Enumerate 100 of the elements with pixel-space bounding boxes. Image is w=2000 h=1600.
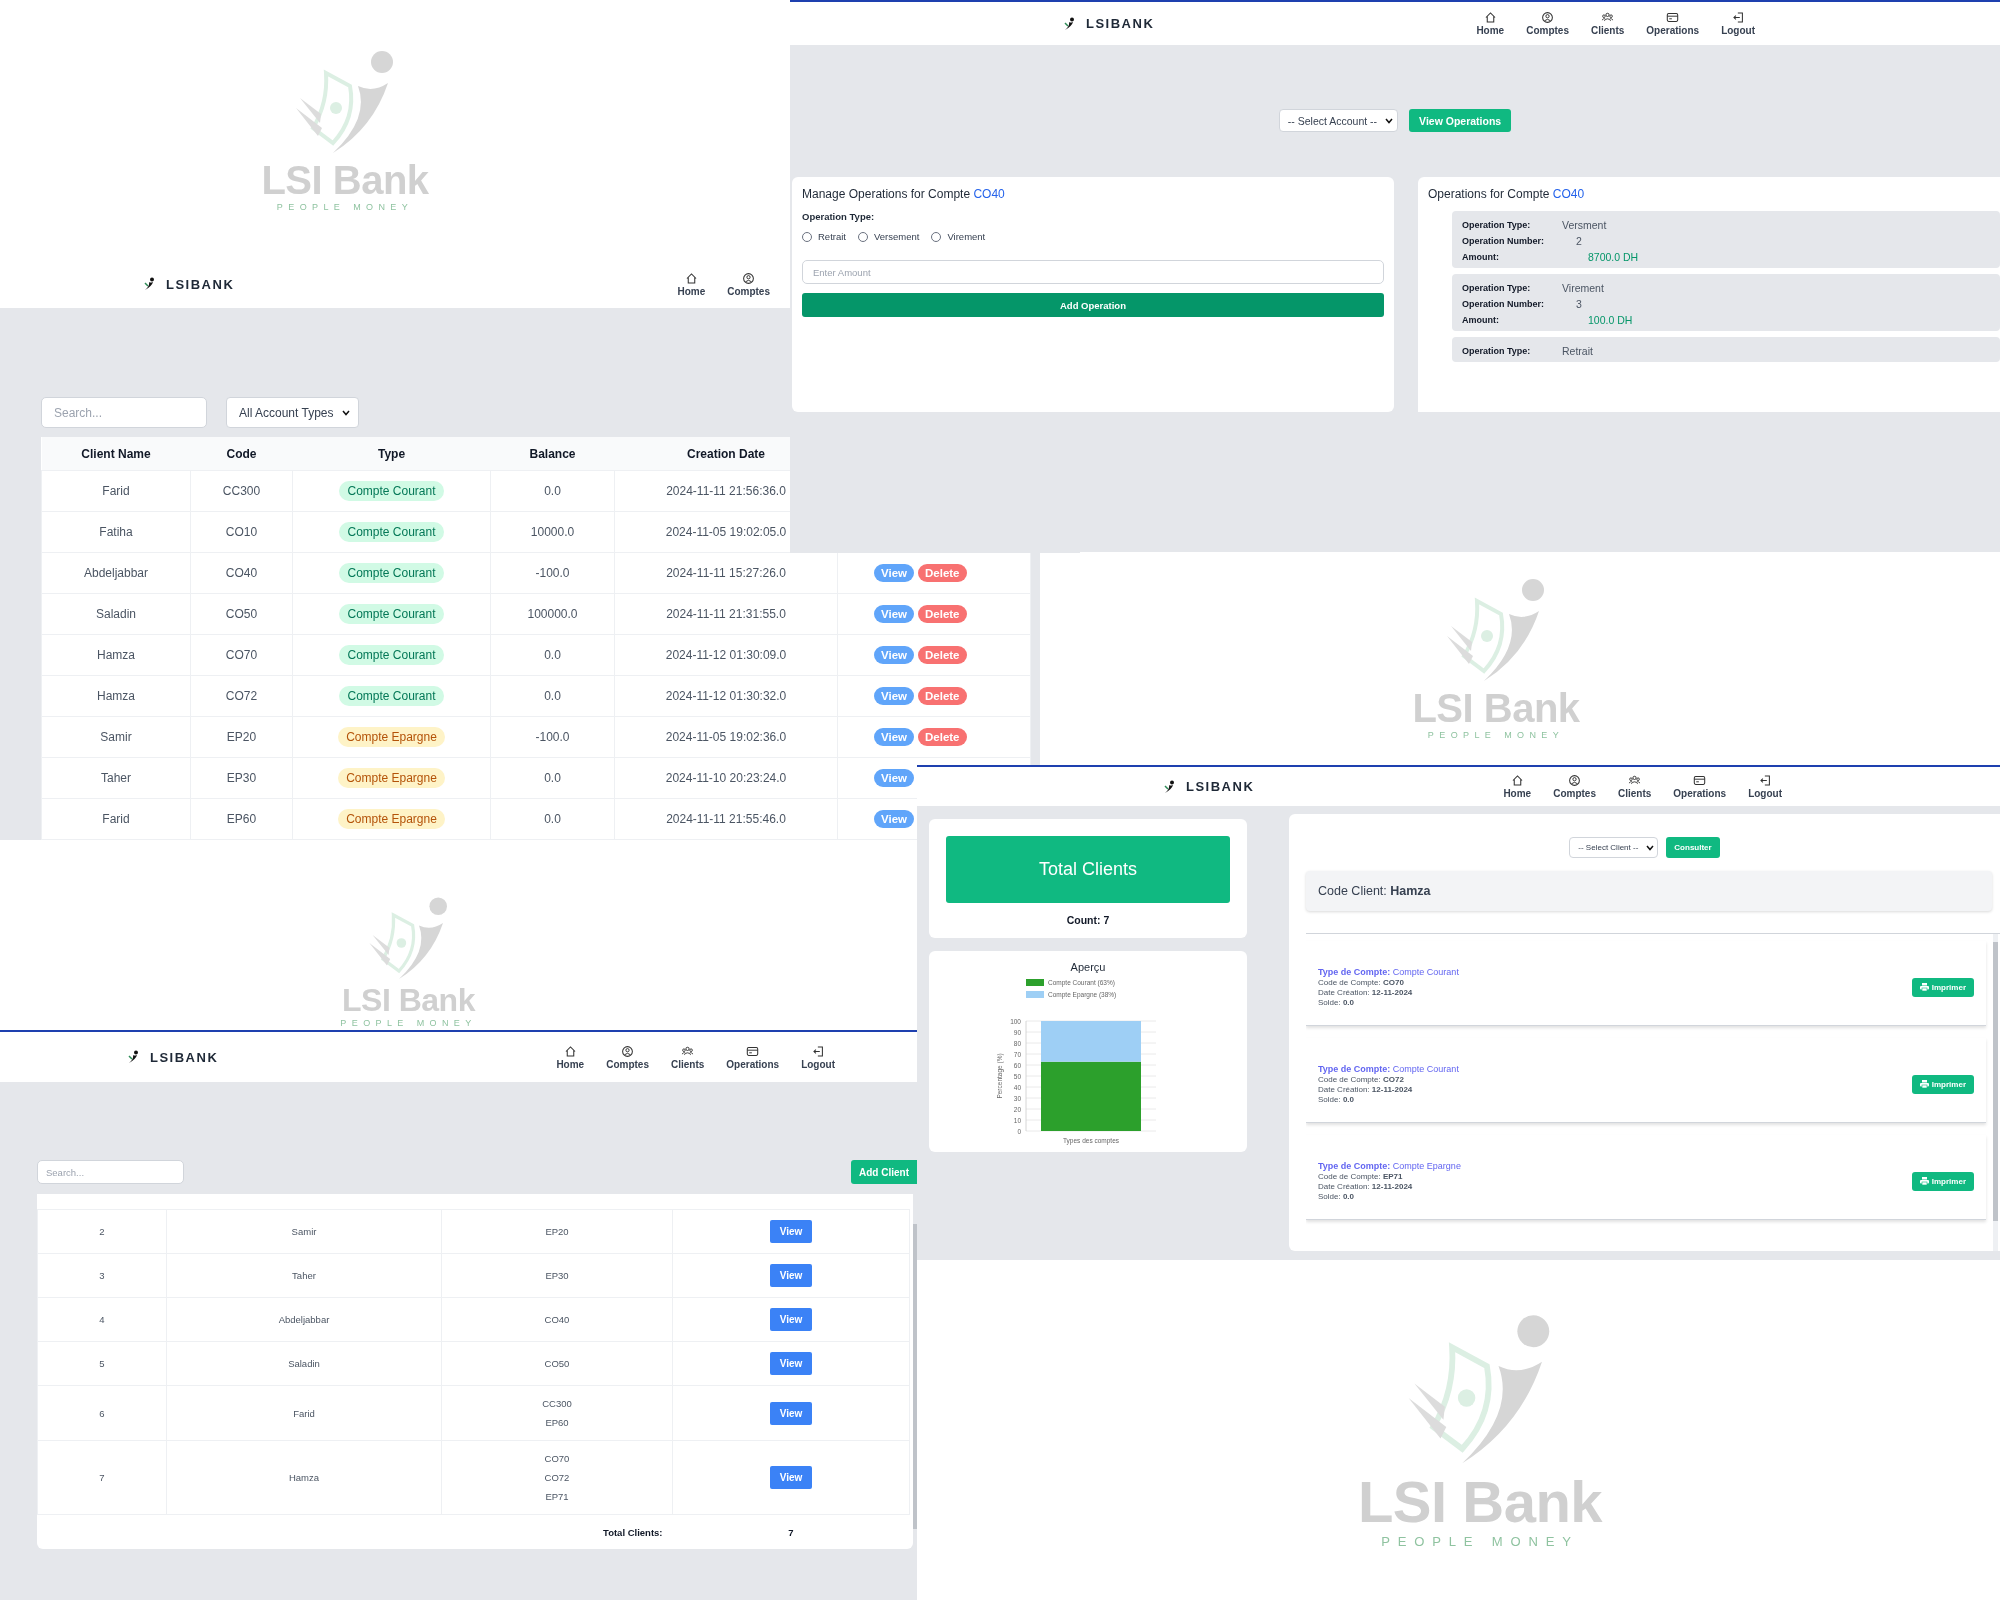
nav-link[interactable]: Clients xyxy=(671,1044,705,1070)
nav-link[interactable]: Operations xyxy=(726,1044,780,1070)
card-icon xyxy=(1693,774,1707,787)
account-code: CO50 xyxy=(543,1357,571,1371)
logo-icon xyxy=(142,277,156,291)
total-value: 7 xyxy=(672,1514,910,1549)
nav-link[interactable]: Logout xyxy=(1721,11,1755,36)
nav-link[interactable]: Home xyxy=(1476,11,1505,36)
radio-option[interactable]: Versement xyxy=(858,231,920,242)
amount-field[interactable]: Enter Amount xyxy=(802,260,1384,284)
table-cell: Fatiha xyxy=(41,511,191,553)
delete-button[interactable]: Delete xyxy=(918,646,967,664)
table-cell: 0.0 xyxy=(490,634,615,676)
view-button[interactable]: View xyxy=(769,1401,813,1425)
logout-icon xyxy=(811,1044,825,1058)
view-button[interactable]: View xyxy=(769,1466,813,1489)
table-cell: 0.0 xyxy=(490,470,615,512)
logo-tagline: PEOPLE MONEY xyxy=(1427,730,1565,741)
account-dropdown[interactable]: -- Select Account -- xyxy=(1278,109,1399,132)
delete-button[interactable]: Delete xyxy=(918,687,967,705)
table-cell: 0.0 xyxy=(490,757,615,799)
table-cell: CO72 xyxy=(190,675,293,717)
radio-option[interactable]: Retrait xyxy=(802,231,846,242)
view-button[interactable]: View xyxy=(769,1264,813,1287)
account-type-badge: Compte Courant xyxy=(339,686,444,706)
column-header: Client Name xyxy=(41,437,191,471)
table-cell: CO10 xyxy=(190,511,293,553)
printer-icon xyxy=(1919,983,1929,991)
brand-name: LSIBANK xyxy=(1086,16,1155,31)
table-cell: 7 xyxy=(37,1440,167,1515)
nav-link[interactable]: Operations xyxy=(1673,774,1727,799)
home-icon xyxy=(684,271,698,285)
nav-link[interactable]: Home xyxy=(556,1044,585,1070)
account-type-badge: Compte Epargne xyxy=(338,768,445,788)
client-count: Count: 7 xyxy=(1066,914,1110,926)
account-type: Type de Compte: Compte Epargne xyxy=(1318,1161,1461,1171)
column-header: Code xyxy=(190,437,293,471)
brand-name: LSIBANK xyxy=(166,276,235,292)
table-cell: 6 xyxy=(37,1385,167,1441)
view-button[interactable]: View xyxy=(769,1308,813,1331)
brand-name: LSIBANK xyxy=(150,1049,219,1065)
delete-button[interactable]: Delete xyxy=(918,564,967,582)
field-value: 100.0 DH xyxy=(1587,314,1634,326)
nav-link[interactable]: Logout xyxy=(1748,774,1782,799)
card-icon xyxy=(1666,11,1680,24)
nav-link[interactable]: Comptes xyxy=(1553,774,1596,799)
radio-option[interactable]: Virement xyxy=(931,231,986,242)
field-label: Operation Type: xyxy=(802,211,876,222)
table-cell: 5 xyxy=(37,1341,167,1386)
account-type-dropdown[interactable]: All Account Types xyxy=(226,397,359,428)
account-code: CC300 xyxy=(541,1397,573,1411)
nav-link[interactable]: Logout xyxy=(801,1044,835,1070)
nav-link[interactable]: Comptes xyxy=(1526,11,1569,36)
printer-icon xyxy=(1919,1080,1929,1088)
nav-link[interactable]: Clients xyxy=(1591,11,1625,36)
nav-link[interactable]: Home xyxy=(1503,774,1532,799)
account-type-badge: Compte Courant xyxy=(339,604,444,624)
account-code: Code de Compte: CO72 xyxy=(1318,1075,1405,1084)
table-cell: 3 xyxy=(37,1253,167,1298)
delete-button[interactable]: Delete xyxy=(918,605,967,623)
nav-link[interactable]: Comptes xyxy=(606,1044,649,1070)
field-value: Retrait xyxy=(1562,345,1594,357)
table-cell: -100.0 xyxy=(490,716,615,758)
logo-icon xyxy=(1062,16,1076,31)
nav-link[interactable]: Comptes xyxy=(727,271,770,297)
account-link[interactable]: CO40 xyxy=(1552,187,1585,201)
field-label: Amount: xyxy=(1462,252,1500,262)
client-dropdown[interactable]: -- Select Client -- xyxy=(1569,837,1659,858)
logo-icon xyxy=(126,1050,140,1064)
account-code: EP60 xyxy=(544,1416,570,1430)
printer-icon xyxy=(1919,1177,1929,1185)
brand-name: LSIBANK xyxy=(1186,779,1255,794)
search-field[interactable]: Search... xyxy=(37,1160,184,1184)
home-icon xyxy=(1510,774,1524,787)
delete-button[interactable]: Delete xyxy=(918,728,967,746)
table-cell: Taher xyxy=(41,757,191,799)
card-title: Operations for Compte CO40 xyxy=(1428,187,1586,201)
table-cell: 10000.0 xyxy=(490,511,615,553)
table-cell: 2024-11-12 01:30:09.0 xyxy=(614,634,838,676)
view-button[interactable]: View xyxy=(769,1220,813,1243)
account-type-badge: Compte Courant xyxy=(339,645,444,665)
logout-icon xyxy=(1758,774,1772,787)
nav-link[interactable]: Home xyxy=(677,271,706,297)
users-icon xyxy=(681,1044,695,1058)
account-code: EP71 xyxy=(544,1490,570,1504)
scrollbar[interactable] xyxy=(1993,934,1998,1251)
account-link[interactable]: CO40 xyxy=(973,187,1005,201)
account-code: CO70 xyxy=(543,1452,571,1466)
field-value: 2 xyxy=(1575,235,1583,247)
field-label: Amount: xyxy=(1462,315,1500,325)
account-type-badge: Compte Courant xyxy=(339,522,444,542)
nav-link[interactable]: Clients xyxy=(1618,774,1652,799)
table-cell: Taher xyxy=(166,1253,442,1298)
table-cell: Farid xyxy=(41,798,191,840)
add-operation-button[interactable]: Add Operation xyxy=(802,293,1384,317)
nav-link[interactable]: Operations xyxy=(1646,11,1700,36)
account-code: CO40 xyxy=(543,1313,571,1327)
search-field[interactable]: Search... xyxy=(41,397,207,428)
account-balance: Solde: 0.0 xyxy=(1318,1192,1356,1201)
view-button[interactable]: View xyxy=(769,1352,813,1375)
